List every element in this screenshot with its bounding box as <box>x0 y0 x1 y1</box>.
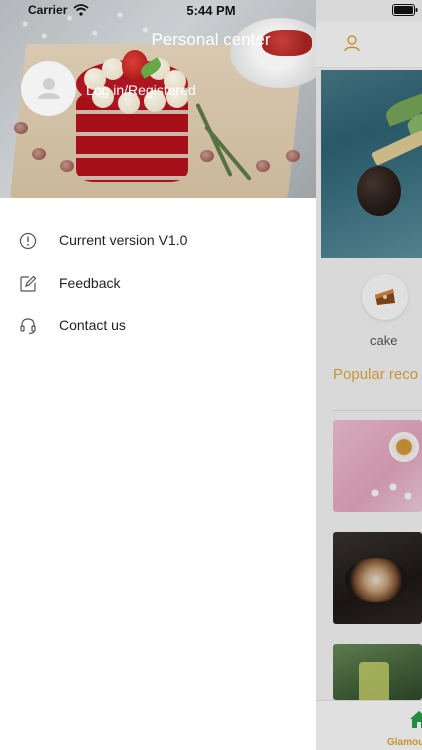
battery-icon <box>392 4 418 16</box>
menu-item-label: Contact us <box>59 317 126 333</box>
page-title: Personal center <box>151 30 271 49</box>
edit-icon <box>20 275 37 292</box>
side-drawer: Log in/Registered Current version V1.0 F… <box>0 0 316 750</box>
drawer-dim-overlay[interactable] <box>316 0 422 750</box>
menu-item-label: Current version V1.0 <box>59 232 188 248</box>
menu-item-version[interactable]: Current version V1.0 <box>0 221 316 263</box>
headset-icon <box>20 318 36 335</box>
login-register-link[interactable]: Log in/Registered <box>86 82 196 98</box>
status-bar: Carrier 5:44 PM <box>0 0 422 22</box>
clock: 5:44 PM <box>186 3 236 18</box>
info-circle-icon <box>19 232 37 250</box>
avatar[interactable] <box>21 61 76 116</box>
menu-item-label: Feedback <box>59 275 121 291</box>
menu-item-contact[interactable]: Contact us <box>0 306 316 348</box>
avatar-placeholder-icon <box>38 78 60 99</box>
menu-item-feedback[interactable]: Feedback <box>0 264 316 306</box>
